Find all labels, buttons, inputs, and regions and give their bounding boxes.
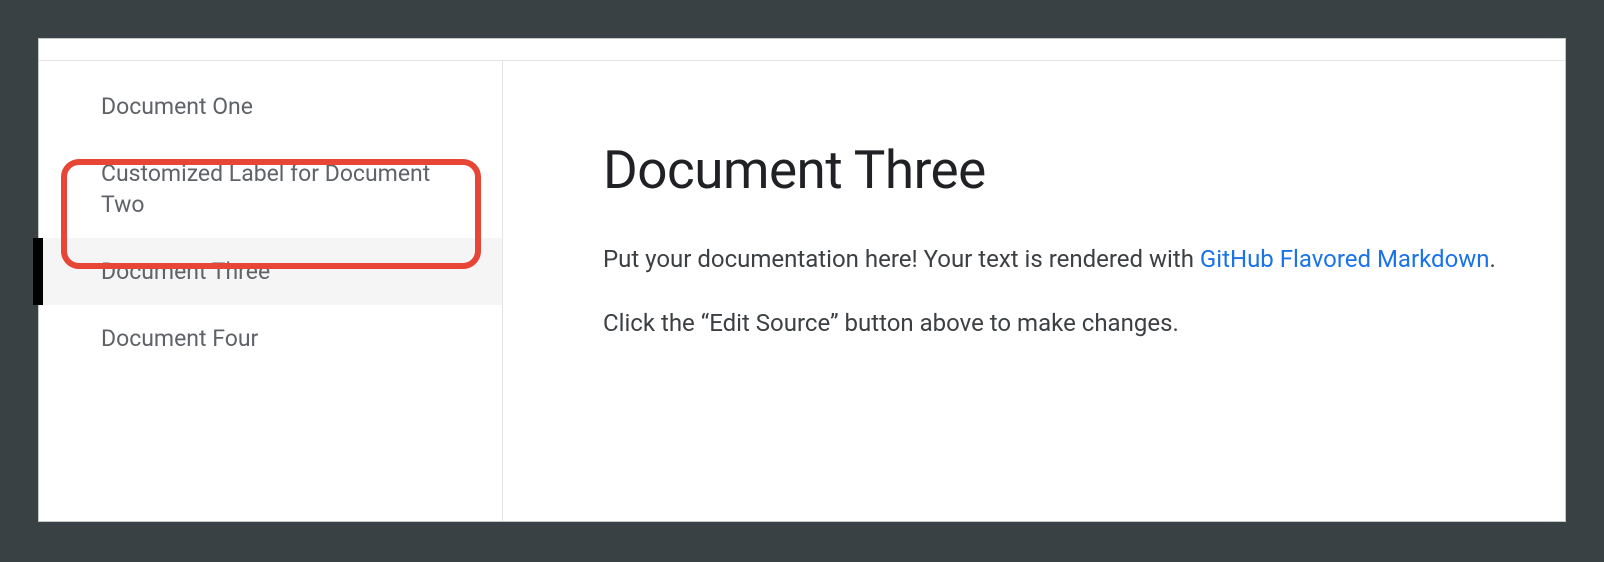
active-indicator	[33, 238, 43, 305]
sidebar-item-label: Document Four	[101, 325, 258, 352]
sidebar-item-label: Customized Label for Document Two	[101, 160, 430, 218]
content-area: Document One Customized Label for Docume…	[39, 61, 1565, 521]
sidebar: Document One Customized Label for Docume…	[39, 61, 503, 521]
sidebar-item-document-two[interactable]: Customized Label for Document Two	[39, 140, 502, 238]
intro-text-before: Put your documentation here! Your text i…	[603, 245, 1200, 273]
sidebar-item-label: Document One	[101, 93, 253, 120]
main-content: Document Three Put your documentation he…	[503, 61, 1565, 521]
intro-text-after: .	[1490, 245, 1496, 273]
app-window: Document One Customized Label for Docume…	[38, 38, 1566, 522]
sidebar-item-document-three[interactable]: Document Three	[39, 238, 502, 305]
markdown-link[interactable]: GitHub Flavored Markdown	[1200, 245, 1490, 273]
intro-paragraph: Put your documentation here! Your text i…	[603, 241, 1505, 277]
edit-hint-paragraph: Click the “Edit Source” button above to …	[603, 305, 1505, 341]
page-title: Document Three	[603, 139, 1505, 201]
top-bar	[39, 39, 1565, 61]
sidebar-item-document-one[interactable]: Document One	[39, 73, 502, 140]
sidebar-item-document-four[interactable]: Document Four	[39, 305, 502, 372]
sidebar-item-label: Document Three	[101, 258, 270, 285]
